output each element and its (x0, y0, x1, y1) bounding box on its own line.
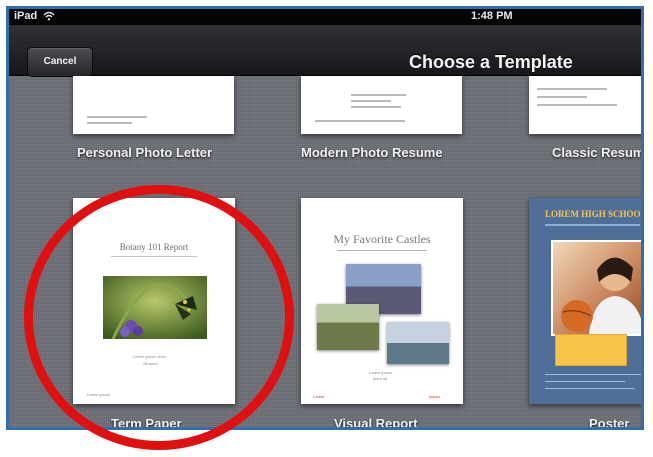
doc-title: Botany 101 Report (119, 242, 189, 252)
template-label: Modern Photo Resume (301, 145, 443, 160)
template-label: Term Paper (111, 416, 182, 427)
castle-photo-2 (317, 304, 379, 350)
ipad-screen: iPad 1:48 PM Cancel Choose a Template Pe… (9, 9, 641, 427)
doc-title: My Favorite Castles (333, 232, 431, 246)
status-bar: iPad 1:48 PM (9, 9, 641, 25)
template-term-paper[interactable]: Botany 101 Report Lorem ipsum dolor Sit … (73, 198, 235, 404)
wifi-icon (43, 11, 55, 24)
template-label: Visual Report (334, 416, 418, 427)
screenshot-frame: iPad 1:48 PM Cancel Choose a Template Pe… (6, 6, 644, 430)
status-time: 1:48 PM (471, 10, 513, 22)
butterfly-photo (103, 276, 207, 340)
cancel-button[interactable]: Cancel (27, 47, 93, 77)
template-poster[interactable]: LOREM HIGH SCHOOL (529, 198, 641, 404)
student-photo (551, 240, 641, 336)
castle-photo-3 (387, 322, 449, 364)
navigation-bar: Cancel Choose a Template (9, 25, 641, 77)
template-visual-report[interactable]: My Favorite Castles Lorem ipsum dolor si… (301, 198, 463, 404)
poster-caption-box (555, 334, 627, 366)
device-name: iPad (14, 10, 38, 22)
template-modern-photo-resume[interactable] (301, 76, 462, 134)
doc-title: LOREM HIGH SCHOOL (545, 209, 641, 219)
template-classic-resume[interactable] (529, 76, 641, 134)
template-label: Personal Photo Letter (77, 145, 213, 160)
template-label: Poster (589, 416, 630, 427)
template-personal-photo-letter[interactable] (73, 76, 234, 134)
page-title: Choose a Template (409, 52, 573, 72)
template-label: Classic Resume (552, 145, 641, 160)
